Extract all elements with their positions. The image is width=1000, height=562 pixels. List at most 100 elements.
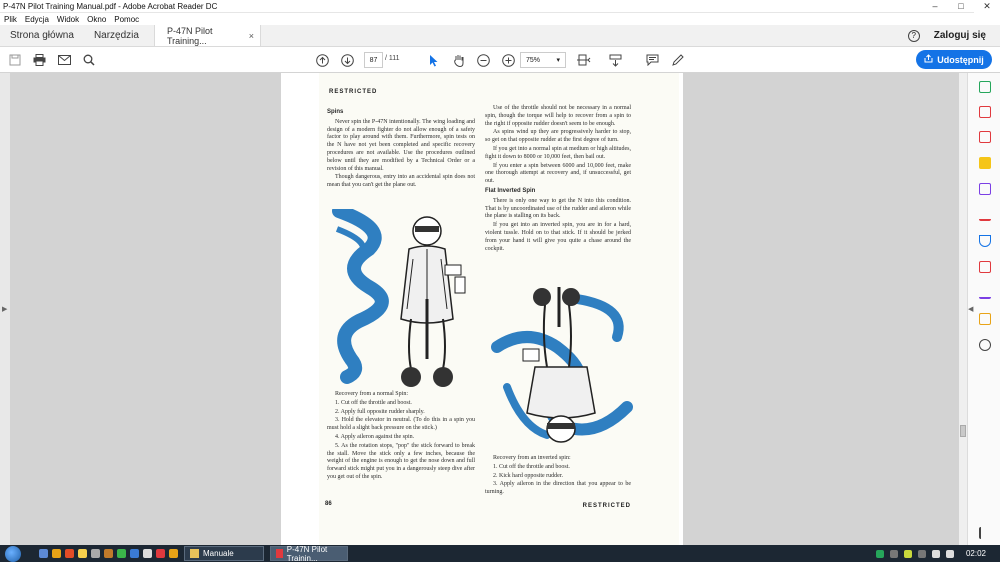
organize-pages-icon[interactable] (979, 313, 991, 325)
tab-document[interactable]: P-47N Pilot Training... × (153, 25, 261, 46)
compress-pdf-icon[interactable] (979, 261, 991, 273)
tab-document-label: P-47N Pilot Training... (166, 25, 213, 46)
select-cursor-icon[interactable] (427, 53, 441, 67)
close-window-button[interactable]: ✕ (974, 0, 1000, 13)
export-pdf-icon[interactable] (979, 81, 991, 93)
volume-icon[interactable] (945, 549, 954, 558)
browser-icon[interactable] (65, 549, 74, 558)
app-icon[interactable] (143, 549, 152, 558)
window-title: P-47N Pilot Training Manual.pdf - Adobe … (3, 1, 218, 11)
paragraph: Use of the throttle should not be necess… (485, 105, 631, 127)
menu-bar: Plik Edycja Widok Okno Pomoc (0, 13, 1000, 25)
scanned-page: RESTRICTED Spins Never spin the P-47N in… (319, 73, 679, 545)
share-icon (924, 54, 933, 65)
paragraph: Never spin the P-47N intentionally. The … (327, 118, 475, 172)
app-icon[interactable] (156, 549, 165, 558)
recovery-step: 2. Apply full opposite rudder sharply. (335, 408, 425, 415)
share-button[interactable]: Udostępnij (916, 50, 992, 69)
paragraph: There is only one way to get the N into … (485, 197, 631, 220)
search-icon[interactable] (82, 53, 96, 67)
app-icon[interactable] (169, 549, 178, 558)
comment-icon[interactable] (645, 53, 659, 67)
previous-page-icon[interactable] (315, 53, 329, 67)
comment-tool-icon[interactable] (979, 157, 991, 169)
tray-icon[interactable] (889, 549, 898, 558)
app-icon[interactable] (130, 549, 139, 558)
zoom-out-icon[interactable] (476, 53, 490, 67)
mail-icon[interactable] (57, 53, 71, 67)
zoom-in-icon[interactable] (501, 53, 515, 67)
section-heading-spins: Spins (327, 109, 344, 115)
document-viewer[interactable]: ▶ RESTRICTED Spins Never spin the P-47N … (0, 73, 967, 545)
window-controls: – □ ✕ (922, 0, 1000, 13)
print-icon[interactable] (32, 53, 46, 67)
hand-tool-icon[interactable] (452, 53, 466, 67)
combine-files-icon[interactable] (979, 183, 991, 195)
paragraph: If you get into a normal spin at medium … (485, 145, 631, 160)
signin-link[interactable]: Zaloguj się (934, 30, 986, 41)
create-pdf-icon[interactable] (979, 106, 991, 118)
tab-home[interactable]: Strona główna (0, 25, 84, 46)
start-button[interactable] (5, 545, 21, 562)
minimize-button[interactable]: – (922, 0, 948, 13)
app-icon[interactable] (91, 549, 100, 558)
menu-window[interactable]: Okno (87, 15, 106, 24)
vertical-scrollbar[interactable] (959, 73, 967, 545)
zoom-select[interactable]: 75% ▾ (520, 52, 566, 68)
tray-icon[interactable] (917, 549, 926, 558)
app-icon[interactable] (104, 549, 113, 558)
collapse-panel-icon[interactable] (979, 527, 991, 539)
maximize-button[interactable]: □ (948, 0, 974, 13)
save-icon[interactable] (8, 53, 22, 67)
left-column-recovery: Recovery from a normal Spin: 1. Cut off … (327, 391, 475, 483)
taskbar: Manuale P-47N Pilot Trainin... 02:02 (0, 545, 1000, 562)
edit-pdf-icon[interactable] (979, 131, 991, 143)
right-column-text: Use of the throttle should not be necess… (485, 105, 631, 254)
taskbar-item-acrobat[interactable]: P-47N Pilot Trainin... (270, 545, 348, 562)
tray-icon[interactable] (875, 549, 884, 558)
show-desktop-icon[interactable] (39, 549, 48, 558)
pilot-inverted-spin-illustration (491, 287, 633, 443)
scroll-mode-icon[interactable] (608, 53, 622, 67)
help-icon[interactable]: ? (907, 29, 920, 42)
draw-pen-icon[interactable] (670, 53, 684, 67)
app-icon[interactable] (117, 549, 126, 558)
taskbar-item-manuale[interactable]: Manuale (184, 546, 264, 561)
page-header: RESTRICTED (329, 89, 378, 95)
network-icon[interactable] (931, 549, 940, 558)
recovery-title: Recovery from a normal Spin: (335, 391, 408, 397)
close-tab-icon[interactable]: × (249, 31, 254, 41)
fill-sign-icon[interactable] (979, 209, 991, 221)
more-tools-icon[interactable] (979, 339, 991, 351)
tab-tools[interactable]: Narzędzia (84, 25, 149, 46)
chevron-down-icon: ▾ (556, 57, 560, 64)
next-page-icon[interactable] (340, 53, 354, 67)
pilot-normal-spin-illustration (332, 209, 466, 387)
toolbar: 87 / 111 75% ▾ Udostępnij (0, 47, 1000, 73)
explorer-icon[interactable] (52, 549, 61, 558)
menu-help[interactable]: Pomoc (114, 15, 139, 24)
protect-icon[interactable] (979, 235, 991, 247)
acrobat-icon (276, 549, 283, 558)
tray-icon[interactable] (903, 549, 912, 558)
recovery-step: 5. As the rotation stops, "pop" the stic… (327, 442, 475, 480)
page-number-input[interactable]: 87 (364, 52, 383, 68)
recovery-step: 2. Kick hard opposite rudder. (493, 472, 563, 479)
folder-icon (190, 549, 199, 558)
menu-view[interactable]: Widok (57, 15, 79, 24)
tab-bar: Strona główna Narzędzia P-47N Pilot Trai… (0, 25, 1000, 47)
chrome-icon[interactable] (78, 549, 87, 558)
paragraph: If you enter a spin between 6000 and 10,… (485, 162, 631, 185)
menu-file[interactable]: Plik (4, 15, 17, 24)
page-fit-icon[interactable] (577, 53, 591, 67)
quick-launch (39, 549, 178, 558)
send-signature-icon[interactable] (979, 287, 991, 299)
recovery-step: 3. Hold the elevator in neutral. (To do … (327, 417, 475, 432)
scrollbar-thumb[interactable] (960, 425, 966, 437)
chevron-left-icon[interactable]: ◀ (968, 305, 973, 313)
share-label: Udostępnij (937, 54, 984, 65)
menu-edit[interactable]: Edycja (25, 15, 49, 24)
pdf-page: RESTRICTED Spins Never spin the P-47N in… (281, 73, 683, 545)
left-panel-toggle[interactable]: ▶ (0, 73, 10, 545)
clock[interactable]: 02:02 (966, 549, 986, 558)
